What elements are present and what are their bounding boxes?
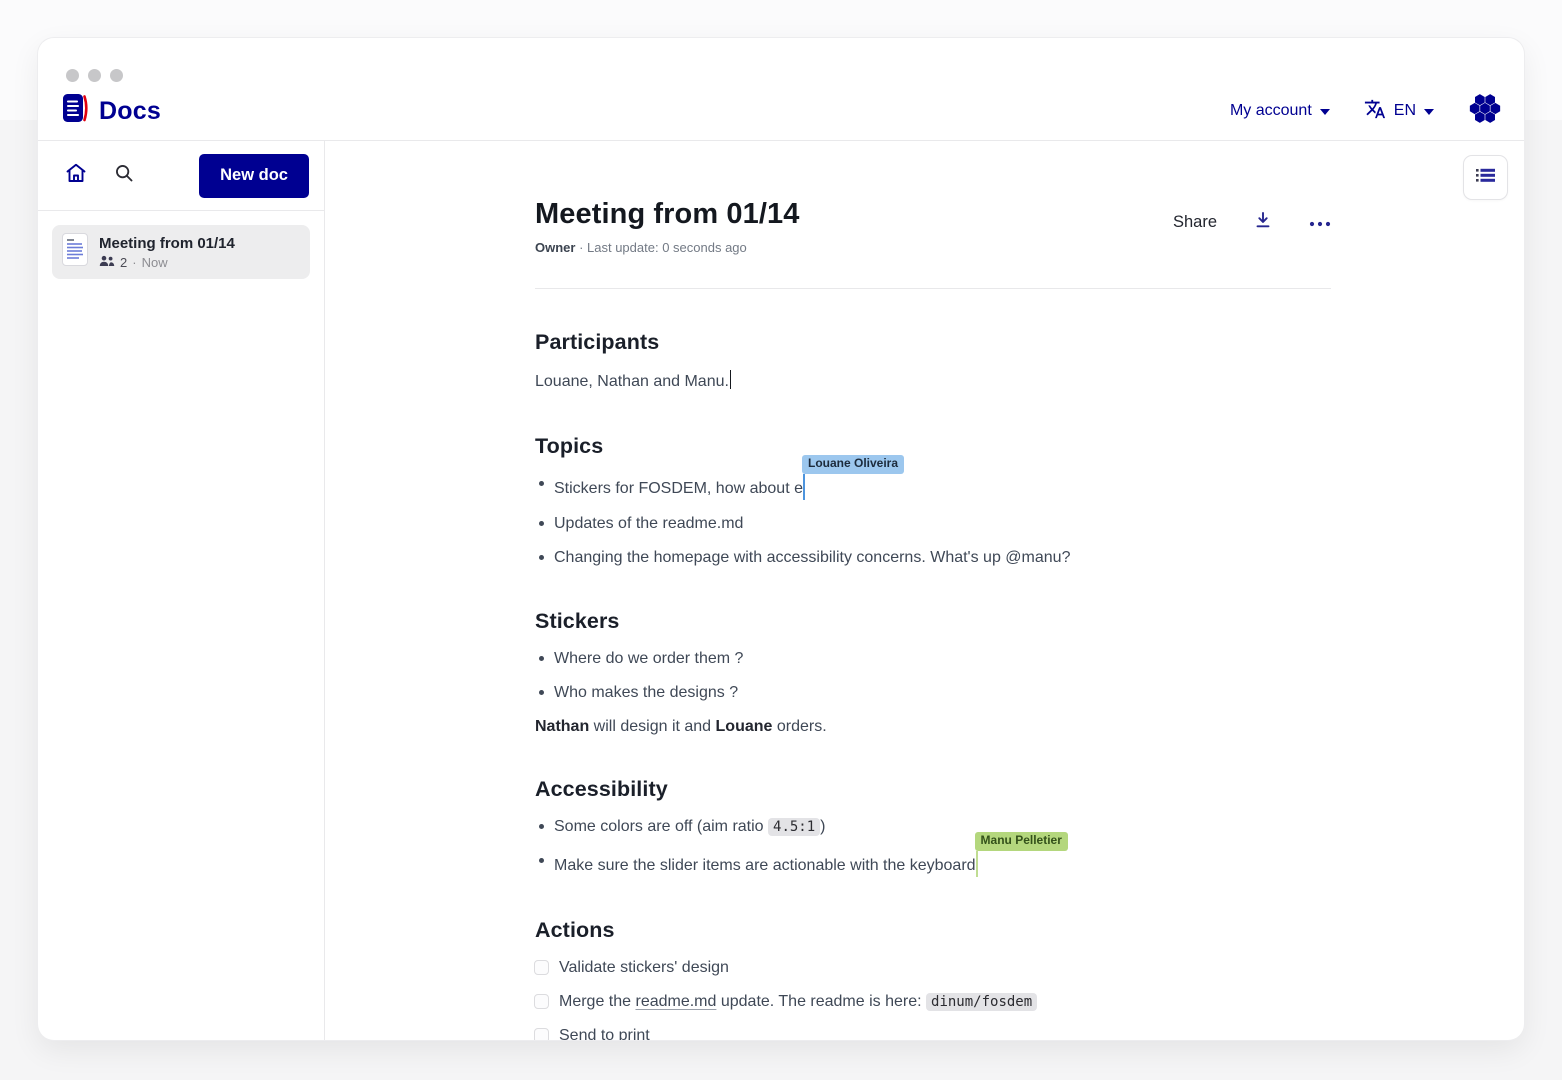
collaborator-name-label: Manu Pelletier [974, 832, 1068, 851]
inline-code: 4.5:1 [768, 817, 821, 836]
participants-text: Louane, Nathan and Manu. [535, 370, 1331, 393]
divider [535, 288, 1331, 289]
readme-link[interactable]: readme.md [635, 993, 716, 1010]
remote-cursor-manu: Manu Pelletier [974, 832, 1068, 877]
table-of-contents-button[interactable] [1463, 155, 1508, 200]
list-icon [1474, 166, 1497, 190]
section-heading-accessibility: Accessibility [535, 776, 668, 801]
window-dot [66, 69, 79, 82]
download-icon [1253, 210, 1273, 235]
la-suite-apps-button[interactable] [1468, 93, 1502, 129]
docs-logo-icon [62, 93, 89, 129]
language-code: EN [1393, 102, 1416, 119]
list-item: Who makes the designs ? [535, 683, 1331, 703]
app-window: Docs My account EN New doc Meeting from … [38, 38, 1524, 1040]
window-titlebar [38, 38, 1524, 82]
section-heading-actions: Actions [535, 917, 615, 942]
checkbox[interactable] [534, 994, 549, 1010]
more-options-button[interactable] [1309, 214, 1331, 232]
list-item: Changing the homepage with accessibility… [535, 548, 1331, 568]
list-item: Make sure the slider items are actionabl… [535, 832, 1331, 877]
checkbox[interactable] [534, 1028, 549, 1040]
checkbox[interactable] [534, 960, 549, 976]
last-active-time: Now [141, 254, 168, 270]
text-caret [729, 370, 732, 389]
sidebar: New doc Meeting from 01/14 2 · Now [38, 141, 325, 1040]
search-button[interactable] [106, 158, 142, 194]
home-button[interactable] [58, 158, 94, 194]
download-button[interactable] [1253, 210, 1273, 235]
document-list-item[interactable]: Meeting from 01/14 2 · Now [52, 225, 310, 279]
collaborator-name-label: Louane Oliveira [801, 455, 905, 474]
my-account-menu[interactable]: My account [1230, 102, 1330, 120]
document-title: Meeting from 01/14 [99, 234, 235, 252]
window-dot [88, 69, 101, 82]
app-name: Docs [99, 96, 161, 125]
remote-cursor-louane: Louane Oliveira [801, 455, 905, 500]
page-title: Meeting from 01/14 [535, 198, 800, 230]
role-badge: Owner [535, 240, 576, 255]
window-dot [110, 69, 123, 82]
section-heading-participants: Participants [535, 330, 660, 354]
todo-item: Validate stickers' design [534, 958, 1331, 978]
doc-meta: Owner · Last update: 0 seconds ago [535, 240, 747, 255]
collaborator-count: 2 [120, 254, 128, 270]
translate-icon [1364, 98, 1386, 125]
app-header: Docs My account EN [38, 82, 1524, 141]
list-item: Some colors are off (aim ratio 4.5:1) [535, 817, 1331, 837]
search-icon [113, 162, 135, 189]
chevron-down-icon [1319, 109, 1330, 115]
section-heading-stickers: Stickers [535, 608, 620, 633]
new-doc-button[interactable]: New doc [199, 153, 309, 198]
stickers-note: Nathan will design it and Louane orders. [535, 717, 827, 735]
inline-code: dinum/fosdem [926, 992, 1038, 1011]
home-icon [64, 161, 88, 190]
people-icon [99, 255, 115, 270]
list-item: Stickers for FOSDEM, how about e Louane O… [535, 455, 1331, 500]
list-item: Updates of the readme.md [535, 514, 1331, 534]
editor-content[interactable]: Meeting from 01/14 Owner · Last update: … [534, 198, 1331, 1040]
app-logo[interactable]: Docs [62, 93, 161, 129]
chevron-down-icon [1424, 109, 1434, 115]
list-item: Where do we order them ? [535, 649, 1331, 669]
share-button[interactable]: Share [1173, 213, 1217, 232]
document-icon [62, 233, 88, 271]
document-list: Meeting from 01/14 2 · Now [38, 211, 324, 293]
todo-item: Send to print [534, 1026, 1331, 1040]
meta-separator: · [132, 254, 137, 270]
main-area: Meeting from 01/14 Owner · Last update: … [325, 141, 1524, 1040]
ellipsis-icon [1309, 214, 1331, 232]
waffle-icon [1468, 93, 1502, 129]
language-selector[interactable]: EN [1364, 98, 1434, 125]
section-heading-topics: Topics [535, 433, 604, 458]
sidebar-toolbar: New doc [38, 141, 324, 211]
my-account-label: My account [1229, 102, 1312, 119]
todo-item: Merge the readme.md update. The readme i… [534, 992, 1331, 1012]
